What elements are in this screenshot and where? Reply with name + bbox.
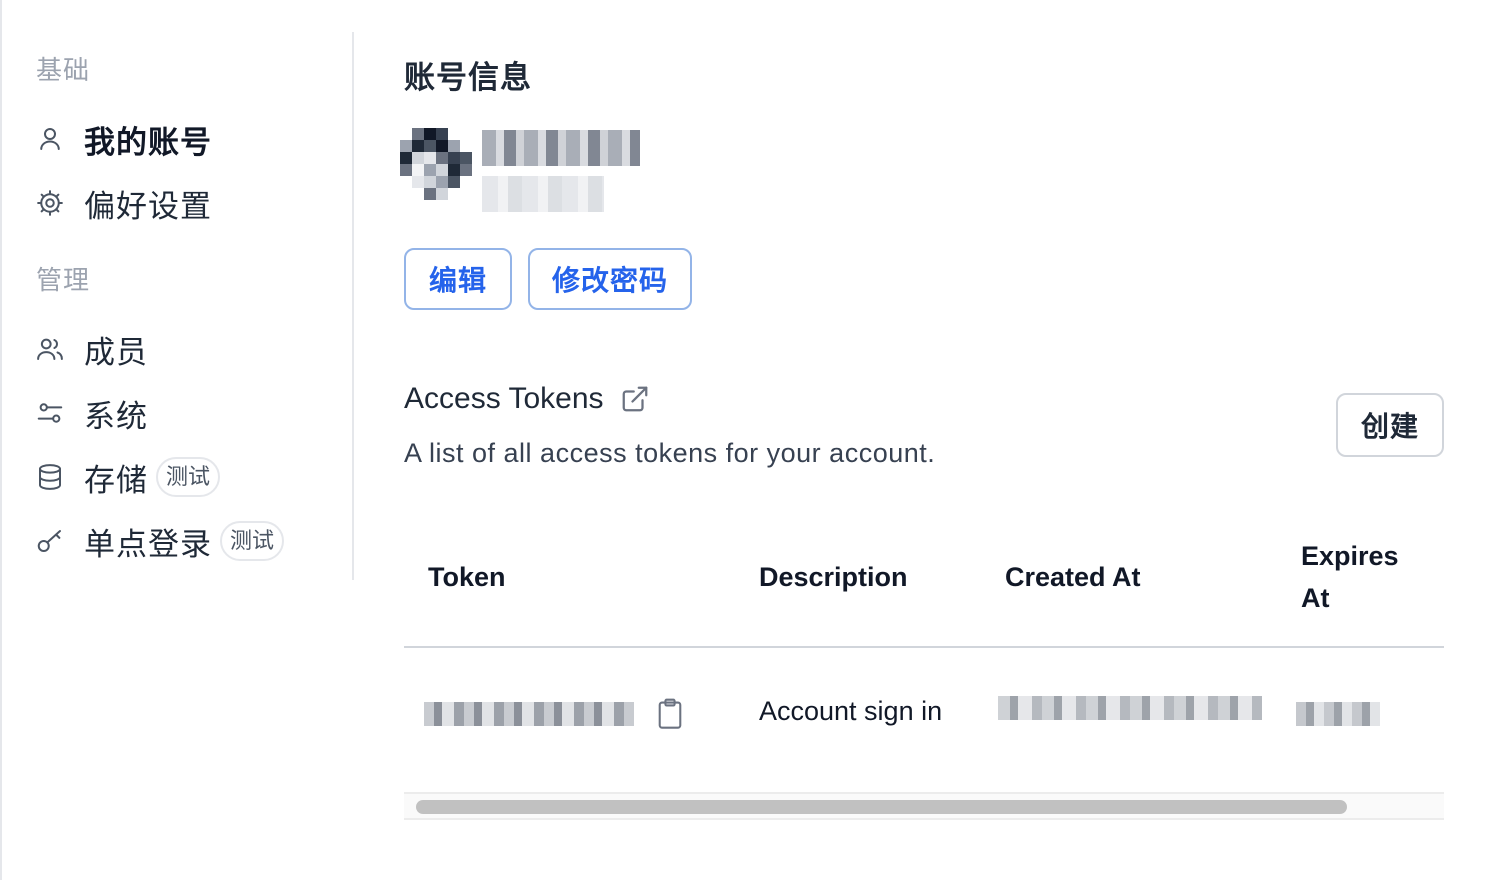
column-header-token: Token [428,562,506,592]
section-heading-manage: 管理 [36,265,91,295]
column-header-expires-at: Expires At [1301,541,1399,613]
sidebar-item-storage[interactable]: 存储 测试 [34,454,221,500]
database-icon [34,461,66,493]
users-icon [34,333,66,365]
settings-sidebar: 基础 我的账号 偏好设置 管理 成员 系统 存储 测试 单点登录 测试 [4,32,354,580]
table-row: Account sign in [404,648,1444,792]
sidebar-item-label: 偏好设置 [84,188,212,224]
user-name-redacted [482,130,640,166]
sidebar-item-preferences[interactable]: 偏好设置 [34,180,212,226]
gear-icon [34,187,66,219]
section-heading-basic: 基础 [36,55,91,85]
create-token-button[interactable]: 创建 [1336,393,1444,457]
external-link-icon[interactable] [620,384,650,414]
access-tokens-description: A list of all access tokens for your acc… [404,438,936,468]
avatar [400,128,472,200]
token-description: Account sign in [759,696,943,726]
app-frame: 基础 我的账号 偏好设置 管理 成员 系统 存储 测试 单点登录 测试 账号信息… [0,0,1502,880]
sidebar-item-sso[interactable]: 单点登录 测试 [34,518,285,564]
change-password-button[interactable]: 修改密码 [528,248,692,310]
sidebar-item-label: 存储 [84,462,148,498]
scrollbar-thumb[interactable] [416,800,1347,814]
edit-button[interactable]: 编辑 [404,248,512,310]
sidebar-item-my-account[interactable]: 我的账号 [34,116,212,162]
column-header-created-at: Created At [1005,562,1141,592]
access-tokens-title: Access Tokens [404,382,604,415]
clipboard-icon[interactable] [656,698,684,730]
key-icon [34,525,66,557]
access-tokens-heading: Access Tokens [404,382,650,416]
token-value-redacted [424,702,634,726]
sidebar-item-label: 成员 [84,334,148,370]
user-icon [34,123,66,155]
main-content: 账号信息 编辑 修改密码 Access Tokens A list of all… [400,0,1444,880]
sidebar-item-system[interactable]: 系统 [34,390,148,436]
horizontal-scrollbar[interactable] [404,792,1444,820]
page-title: 账号信息 [404,60,532,95]
sidebar-item-members[interactable]: 成员 [34,326,148,372]
sidebar-item-label: 系统 [84,398,148,434]
beta-badge: 测试 [156,457,221,497]
user-email-redacted [482,176,604,212]
created-at-redacted [998,696,1262,720]
sidebar-item-label: 我的账号 [84,124,212,160]
sliders-icon [34,397,66,429]
expires-at-redacted [1296,702,1380,726]
beta-badge: 测试 [220,521,285,561]
sidebar-item-label: 单点登录 [84,526,212,562]
column-header-description: Description [759,562,908,592]
